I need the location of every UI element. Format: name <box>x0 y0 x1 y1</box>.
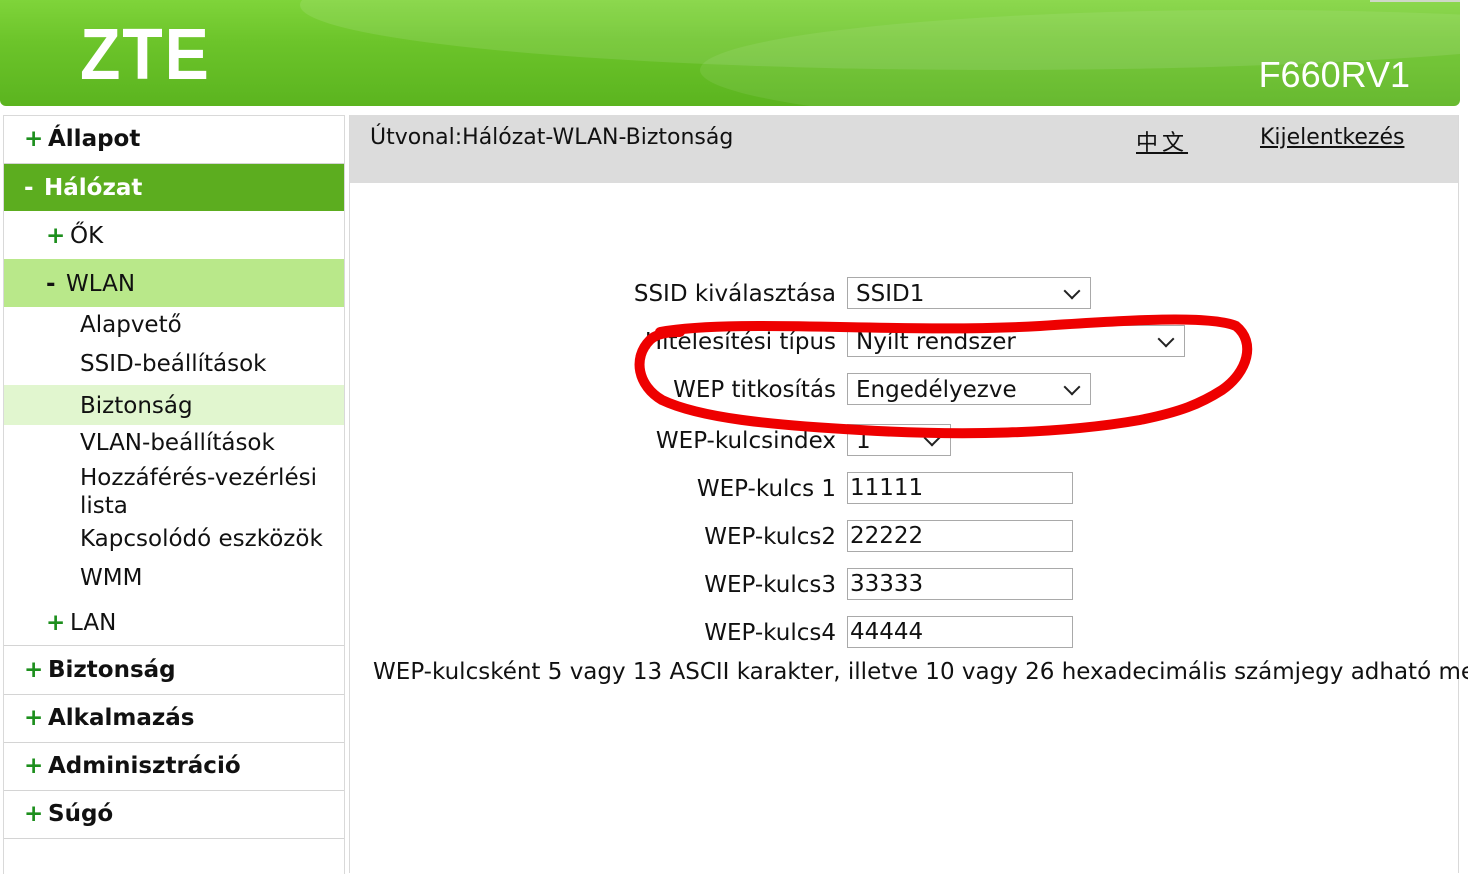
sidebar-item-label: Adminisztráció <box>48 753 241 779</box>
main-content: Útvonal:Hálózat-WLAN-Biztonság 中文 Kijele… <box>349 115 1468 873</box>
expand-icon: + <box>24 753 44 779</box>
sidebar-item-wmm[interactable]: WMM <box>4 561 344 599</box>
sidebar-item-label: LAN <box>70 610 117 636</box>
header-banner: ZTE F660RV1 <box>0 0 1460 106</box>
sidebar-item-label: Alapvető <box>80 312 182 338</box>
chevron-down-icon <box>1157 330 1175 348</box>
ssid-select[interactable]: SSID1 <box>847 277 1091 309</box>
sidebar-item-label: Kapcsolódó eszközök <box>80 526 323 552</box>
device-model: F660RV1 <box>1258 54 1410 95</box>
wep-key4-label: WEP-kulcs4 <box>704 620 836 646</box>
wep-key3-label: WEP-kulcs3 <box>704 572 836 598</box>
sidebar-item-hozzaferes-lista[interactable]: Hozzáférés-vezérlési lista <box>4 462 344 522</box>
wep-key-hint: WEP-kulcsként 5 vagy 13 ASCII karakter, … <box>373 659 1468 685</box>
path-bar: Útvonal:Hálózat-WLAN-Biztonság 中文 Kijele… <box>350 115 1458 183</box>
sidebar-item-label: Hálózat <box>44 175 143 201</box>
wep-key-index-label: WEP-kulcsindex <box>655 428 836 454</box>
wep-encryption-label: WEP titkosítás <box>673 377 836 403</box>
sidebar-nav: + Állapot - Hálózat + ŐK - WLAN Alapvető SSI… <box>3 115 345 874</box>
chevron-down-icon <box>923 429 941 447</box>
sidebar-item-label: WMM <box>80 565 143 591</box>
wep-key4-input[interactable]: 44444 <box>847 616 1073 648</box>
sidebar-item-label: Súgó <box>48 801 114 827</box>
ssid-select-value: SSID1 <box>856 281 925 307</box>
auth-type-select[interactable]: Nyílt rendszer <box>847 325 1185 357</box>
collapse-icon: - <box>24 175 34 201</box>
chevron-down-icon <box>1063 282 1081 300</box>
auth-type-label: Hitelesítési típus <box>644 329 836 355</box>
wep-key1-label: WEP-kulcs 1 <box>696 476 836 502</box>
breadcrumb: Útvonal:Hálózat-WLAN-Biztonság <box>370 125 734 150</box>
sidebar-item-label: WLAN <box>66 271 136 297</box>
chevron-down-icon <box>1063 378 1081 396</box>
expand-icon: + <box>24 801 44 827</box>
sidebar-item-label: Alkalmazás <box>48 705 195 731</box>
wep-encryption-select[interactable]: Engedélyezve <box>847 373 1091 405</box>
logout-link[interactable]: Kijelentkezés <box>1260 125 1404 150</box>
sidebar-item-halozat[interactable]: - Hálózat <box>4 164 344 211</box>
sidebar-item-kapcsolodo-eszkozok[interactable]: Kapcsolódó eszközök <box>4 522 344 560</box>
wep-key1-input[interactable]: 11111 <box>847 472 1073 504</box>
wep-key-index-select[interactable]: 1 <box>847 424 951 456</box>
sidebar-item-alapveto[interactable]: Alapvető <box>4 308 344 346</box>
sidebar-item-wlan[interactable]: - WLAN <box>4 259 344 307</box>
sidebar-item-adminisztracio[interactable]: + Adminisztráció <box>4 743 344 791</box>
expand-icon: + <box>46 223 66 249</box>
expand-icon: + <box>24 657 44 683</box>
collapse-icon: - <box>46 271 56 297</box>
sidebar-item-lan[interactable]: + LAN <box>4 600 344 646</box>
sidebar-item-allapot[interactable]: + Állapot <box>4 116 344 164</box>
expand-icon: + <box>46 610 66 636</box>
header-edge <box>1370 0 1460 2</box>
expand-icon: + <box>24 705 44 731</box>
sidebar-item-label: Biztonság <box>80 393 193 419</box>
sidebar-item-label: ŐK <box>70 223 104 249</box>
wep-encryption-select-value: Engedélyezve <box>856 377 1017 403</box>
wep-key3-input[interactable]: 33333 <box>847 568 1073 600</box>
language-link[interactable]: 中文 <box>1136 125 1188 157</box>
auth-type-select-value: Nyílt rendszer <box>856 329 1016 355</box>
sidebar-item-label: Biztonság <box>48 657 176 683</box>
wep-key2-label: WEP-kulcs2 <box>704 524 836 550</box>
sidebar-item-alkalmazas[interactable]: + Alkalmazás <box>4 695 344 743</box>
sidebar-item-label: SSID-beállítások <box>80 351 267 377</box>
sidebar-item-ok[interactable]: + ŐK <box>4 211 344 259</box>
ssid-label: SSID kiválasztása <box>633 281 836 307</box>
zte-logo: ZTE <box>80 15 211 95</box>
sidebar-item-label: Hozzáférés-vezérlési lista <box>80 465 317 519</box>
sidebar-item-biztonsag-wlan[interactable]: Biztonság <box>4 385 344 425</box>
sidebar-item-vlan-beallitasok[interactable]: VLAN-beállítások <box>4 428 344 462</box>
sidebar-item-sugo[interactable]: + Súgó <box>4 791 344 839</box>
sidebar-item-label: Állapot <box>48 126 141 152</box>
wep-key2-input[interactable]: 22222 <box>847 520 1073 552</box>
expand-icon: + <box>24 126 44 152</box>
wep-key-index-select-value: 1 <box>856 428 871 454</box>
sidebar-item-ssid-beallitasok[interactable]: SSID-beállítások <box>4 347 344 385</box>
sidebar-item-label: VLAN-beállítások <box>80 430 275 456</box>
sidebar-item-biztonsag[interactable]: + Biztonság <box>4 647 344 695</box>
